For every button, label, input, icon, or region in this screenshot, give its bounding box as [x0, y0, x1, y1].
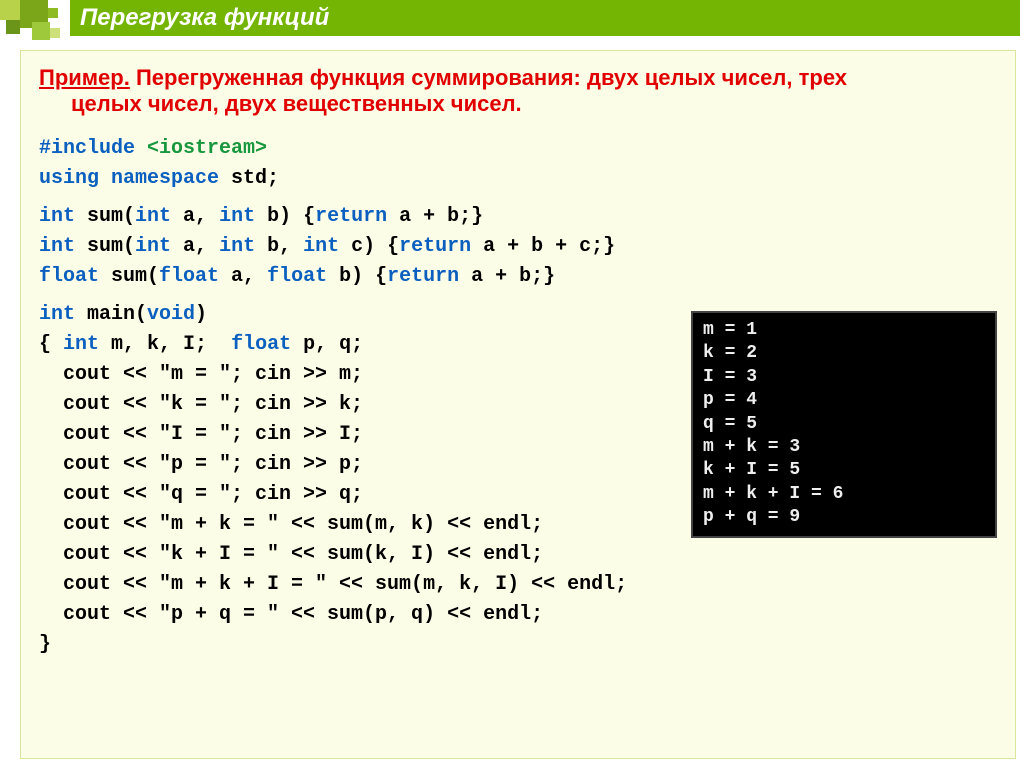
sum-line-3: cout << "m + k + I = " << sum(m, k, I) <…	[39, 570, 997, 600]
corner-decoration	[0, 0, 70, 40]
slide-body: Пример. Перегруженная функция суммирован…	[20, 50, 1016, 759]
console-output: m = 1 k = 2 I = 3 p = 4 q = 5 m + k = 3 …	[691, 311, 997, 538]
using-kw: using namespace	[39, 167, 231, 190]
example-prefix: Пример.	[39, 65, 130, 90]
sum-line-2: cout << "k + I = " << sum(k, I) << endl;	[39, 540, 997, 570]
console-l2: k = 2	[703, 343, 757, 363]
console-l4: p = 4	[703, 390, 757, 410]
using-line: using namespace std;	[39, 164, 997, 194]
proto-2: int sum(int a, int b, int c) {return a +…	[39, 232, 997, 262]
example-line1: Перегруженная функция суммирования: двух…	[130, 65, 847, 90]
slide: Перегрузка функций Пример. Перегруженная…	[0, 0, 1024, 767]
include-kw: #include	[39, 137, 147, 160]
slide-title: Перегрузка функций	[70, 0, 1020, 36]
example-text: Пример. Перегруженная функция суммирован…	[39, 65, 997, 118]
proto-3: float sum(float a, float b) {return a + …	[39, 262, 997, 292]
console-l5: q = 5	[703, 414, 757, 434]
include-line: #include <iostream>	[39, 134, 997, 164]
console-l7: k + I = 5	[703, 460, 800, 480]
include-val: <iostream>	[147, 137, 267, 160]
console-l1: m = 1	[703, 320, 757, 340]
proto-1: int sum(int a, int b) {return a + b;}	[39, 202, 997, 232]
console-l8: m + k + I = 6	[703, 484, 843, 504]
example-line2: целых чисел, двух вещественных чисел.	[71, 91, 997, 117]
console-l9: p + q = 9	[703, 507, 800, 527]
console-l3: I = 3	[703, 367, 757, 387]
using-val: std;	[231, 167, 279, 190]
close-brace: }	[39, 630, 997, 660]
sum-line-4: cout << "p + q = " << sum(p, q) << endl;	[39, 600, 997, 630]
console-l6: m + k = 3	[703, 437, 800, 457]
